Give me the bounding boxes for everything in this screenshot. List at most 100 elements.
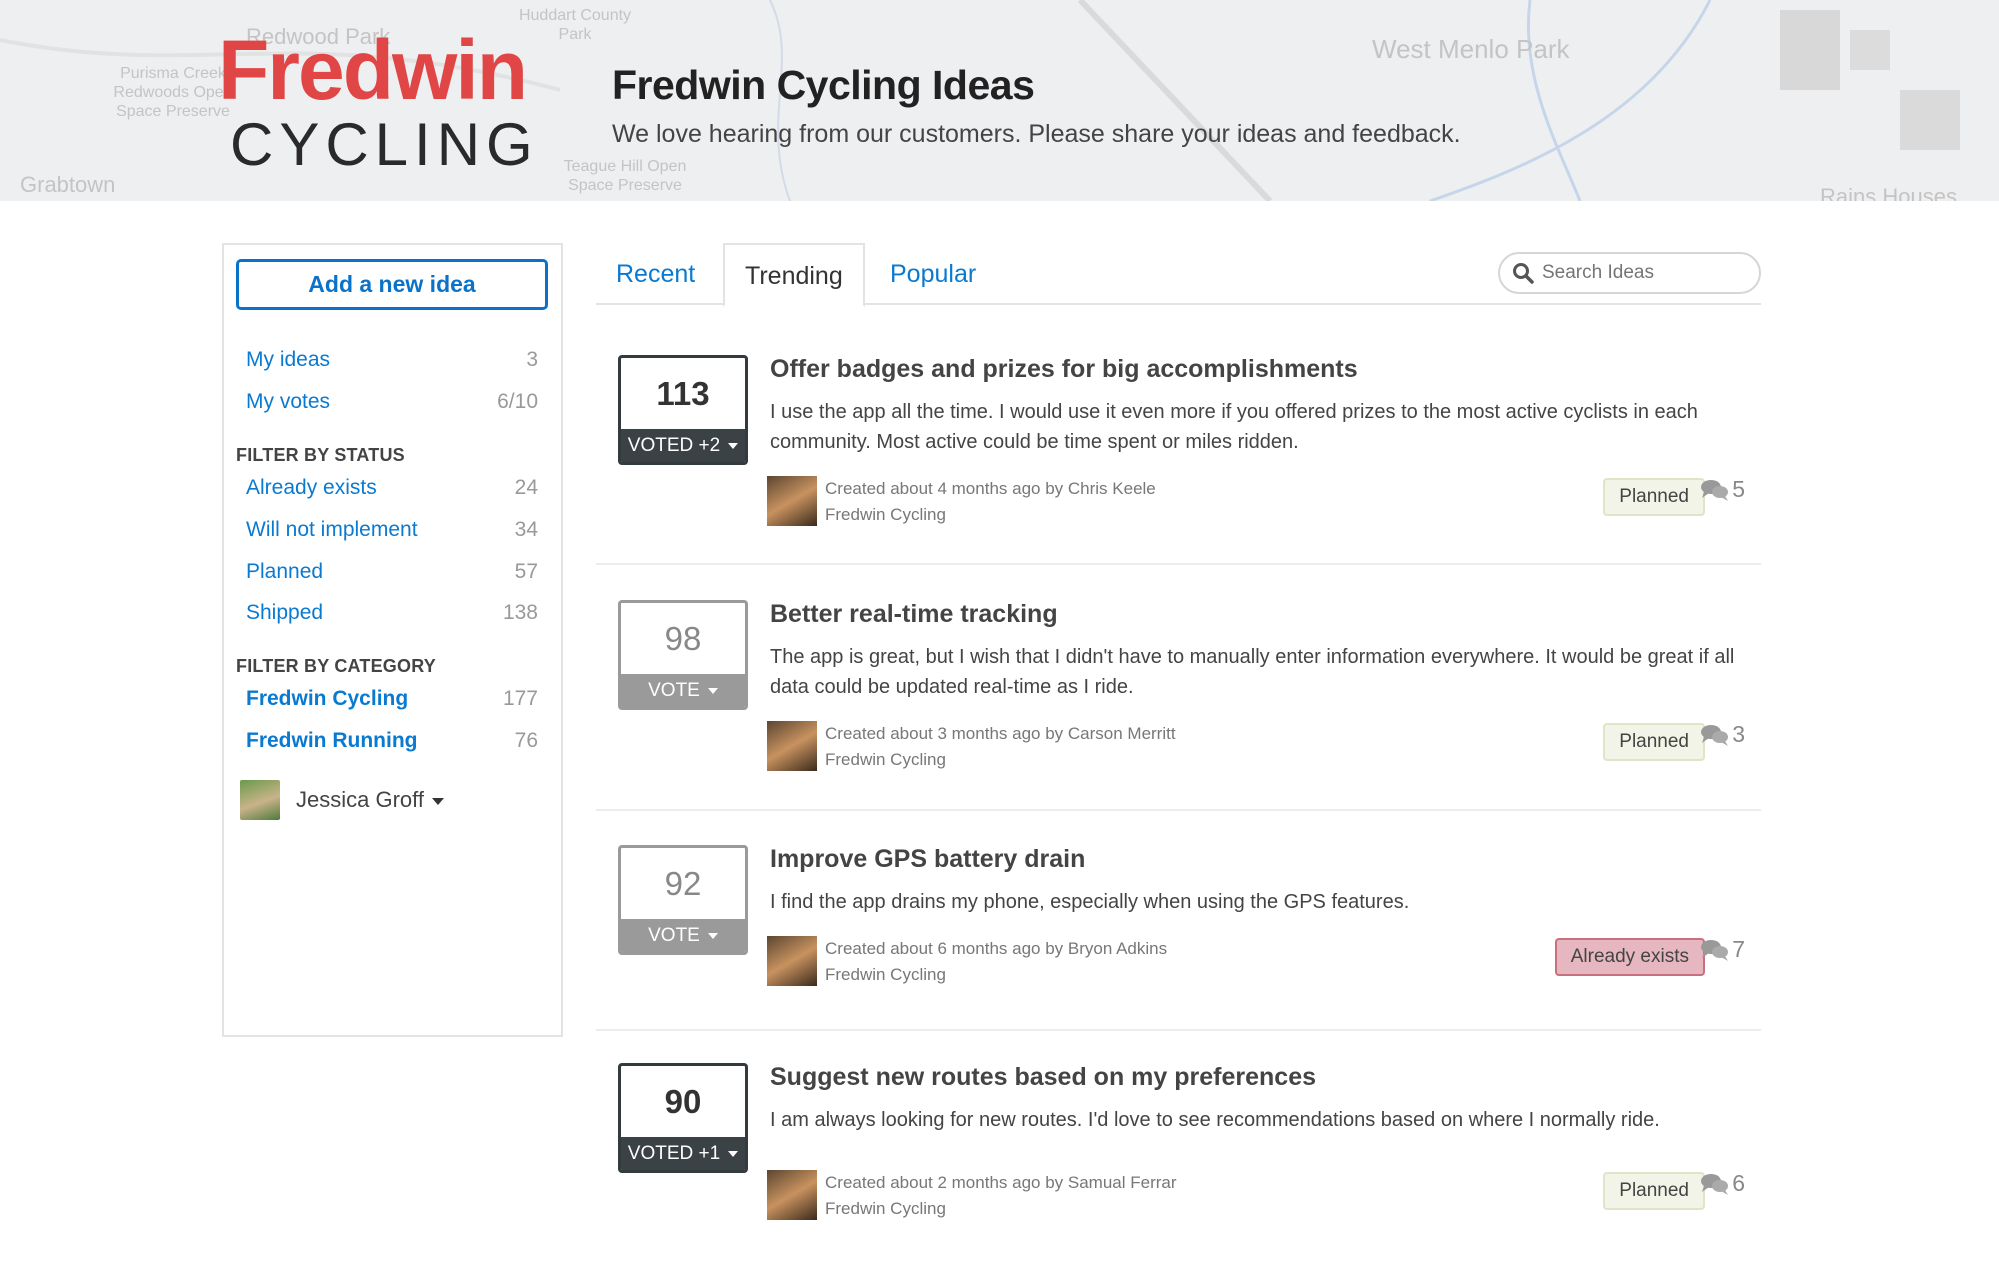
idea-title[interactable]: Better real-time tracking xyxy=(770,600,1058,629)
created-info: Created about 2 months ago by Samual Fer… xyxy=(825,1173,1177,1192)
idea-meta: Created about 3 months ago by Carson Mer… xyxy=(767,721,1176,773)
label: Fredwin Cycling xyxy=(246,687,409,710)
idea-description: I find the app drains my phone, especial… xyxy=(770,891,1410,913)
user-menu[interactable]: Jessica Groff xyxy=(240,780,444,820)
idea-description: I use the app all the time. I would use … xyxy=(770,401,1698,453)
sidebar-item-my-ideas[interactable]: My ideas 3 xyxy=(246,348,538,372)
idea-meta: Created about 2 months ago by Samual Fer… xyxy=(767,1170,1177,1222)
comment-count[interactable]: 3 xyxy=(1700,721,1745,748)
count: 6/10 xyxy=(497,390,538,413)
vote-button[interactable]: 92 VOTE xyxy=(618,845,748,955)
count: 57 xyxy=(514,560,538,583)
caret-down-icon xyxy=(707,932,718,939)
vote-button[interactable]: 90 VOTED +1 xyxy=(618,1063,748,1173)
add-idea-button[interactable]: Add a new idea xyxy=(236,259,548,310)
vote-dropdown[interactable]: VOTED +2 xyxy=(621,429,745,462)
idea-title[interactable]: Offer badges and prizes for big accompli… xyxy=(770,355,1358,384)
vote-dropdown[interactable]: VOTE xyxy=(621,919,745,952)
sidebar-item-will-not-implement[interactable]: Will not implement 34 xyxy=(246,518,538,542)
vote-button[interactable]: 98 VOTE xyxy=(618,600,748,710)
idea-title[interactable]: Suggest new routes based on my preferenc… xyxy=(770,1063,1316,1092)
idea-category[interactable]: Fredwin Cycling xyxy=(825,747,1176,773)
vote-count: 90 xyxy=(664,1083,702,1120)
search-icon xyxy=(1513,263,1534,284)
logo[interactable]: Fredwin xyxy=(218,22,528,119)
map-label: Grabtown xyxy=(20,172,116,197)
avatar xyxy=(767,476,817,526)
idea-meta: Created about 4 months ago by Chris Keel… xyxy=(767,476,1156,528)
comment-number: 3 xyxy=(1732,721,1745,747)
avatar xyxy=(240,780,280,820)
search-box[interactable] xyxy=(1498,252,1761,294)
label: Already exists xyxy=(246,476,377,499)
idea-title[interactable]: Improve GPS battery drain xyxy=(770,845,1085,874)
count: 138 xyxy=(502,601,538,624)
divider xyxy=(596,809,1761,811)
user-name: Jessica Groff xyxy=(296,787,424,812)
idea-item: 92 VOTE Improve GPS battery drain I find… xyxy=(596,845,1761,1055)
vote-label: VOTED +1 xyxy=(627,1143,721,1164)
sidebar-item-planned[interactable]: Planned 57 xyxy=(246,560,538,584)
comment-count[interactable]: 5 xyxy=(1700,476,1745,503)
label: My votes xyxy=(246,390,331,413)
status-badge: Already exists xyxy=(1554,938,1705,976)
sidebar-item-fredwin-cycling[interactable]: Fredwin Cycling 177 xyxy=(246,687,538,711)
idea-item: 113 VOTED +2 Offer badges and prizes for… xyxy=(596,355,1761,565)
comment-number: 5 xyxy=(1732,476,1745,502)
page-subtitle: We love hearing from our customers. Plea… xyxy=(612,120,1461,148)
map-label: Teague Hill Open Space Preserve xyxy=(563,158,687,194)
tab-recent[interactable]: Recent xyxy=(596,243,715,305)
status-badge: Planned xyxy=(1603,723,1705,761)
sidebar-item-already-exists[interactable]: Already exists 24 xyxy=(246,476,538,500)
idea-category[interactable]: Fredwin Cycling xyxy=(825,502,1156,528)
filter-status-heading: FILTER BY STATUS xyxy=(236,445,405,465)
vote-count: 113 xyxy=(656,375,710,412)
comments-icon xyxy=(1701,939,1729,961)
vote-label: VOTE xyxy=(648,680,700,701)
created-info: Created about 6 months ago by Bryon Adki… xyxy=(825,939,1168,958)
idea-category[interactable]: Fredwin Cycling xyxy=(825,1196,1177,1222)
label: My ideas xyxy=(246,348,331,371)
count: 3 xyxy=(526,348,538,371)
map-label: West Menlo Park xyxy=(1372,34,1570,64)
vote-count: 98 xyxy=(664,620,702,657)
idea-meta: Created about 6 months ago by Bryon Adki… xyxy=(767,936,1167,988)
vote-count: 92 xyxy=(664,865,702,902)
idea-item: 98 VOTE Better real-time tracking The ap… xyxy=(596,600,1761,810)
comment-number: 7 xyxy=(1732,936,1745,962)
label: Fredwin Running xyxy=(246,729,418,752)
map-label: Rains Houses xyxy=(1820,184,1957,201)
idea-category[interactable]: Fredwin Cycling xyxy=(825,962,1167,988)
comments-icon xyxy=(1701,1173,1729,1195)
vote-dropdown[interactable]: VOTE xyxy=(621,674,745,707)
vote-dropdown[interactable]: VOTED +1 xyxy=(621,1137,745,1170)
created-info: Created about 4 months ago by Chris Keel… xyxy=(825,479,1156,498)
vote-label: VOTE xyxy=(648,925,700,946)
tab-trending[interactable]: Trending xyxy=(723,243,865,307)
created-info: Created about 3 months ago by Carson Mer… xyxy=(825,724,1176,743)
sidebar-item-my-votes[interactable]: My votes 6/10 xyxy=(246,390,538,414)
avatar xyxy=(767,1170,817,1220)
divider xyxy=(596,1029,1761,1031)
status-badge: Planned xyxy=(1603,478,1705,516)
tab-bar: Recent Trending Popular xyxy=(596,243,1761,307)
caret-down-icon xyxy=(431,797,444,805)
sidebar-item-shipped[interactable]: Shipped 138 xyxy=(246,601,538,625)
divider xyxy=(596,563,1761,565)
comment-count[interactable]: 6 xyxy=(1700,1170,1745,1197)
label: Planned xyxy=(246,560,324,583)
idea-item: 90 VOTED +1 Suggest new routes based on … xyxy=(596,1063,1761,1273)
avatar xyxy=(767,936,817,986)
sidebar-item-fredwin-running[interactable]: Fredwin Running 76 xyxy=(246,729,538,753)
caret-down-icon xyxy=(728,442,739,449)
count: 34 xyxy=(514,518,538,541)
vote-button[interactable]: 113 VOTED +2 xyxy=(618,355,748,465)
search-input[interactable] xyxy=(1542,262,1742,284)
label: Shipped xyxy=(246,601,324,624)
comments-icon xyxy=(1701,479,1729,501)
count: 24 xyxy=(514,476,538,499)
caret-down-icon xyxy=(707,687,718,694)
comment-count[interactable]: 7 xyxy=(1700,936,1745,963)
comment-number: 6 xyxy=(1732,1170,1745,1196)
tab-popular[interactable]: Popular xyxy=(870,243,996,305)
